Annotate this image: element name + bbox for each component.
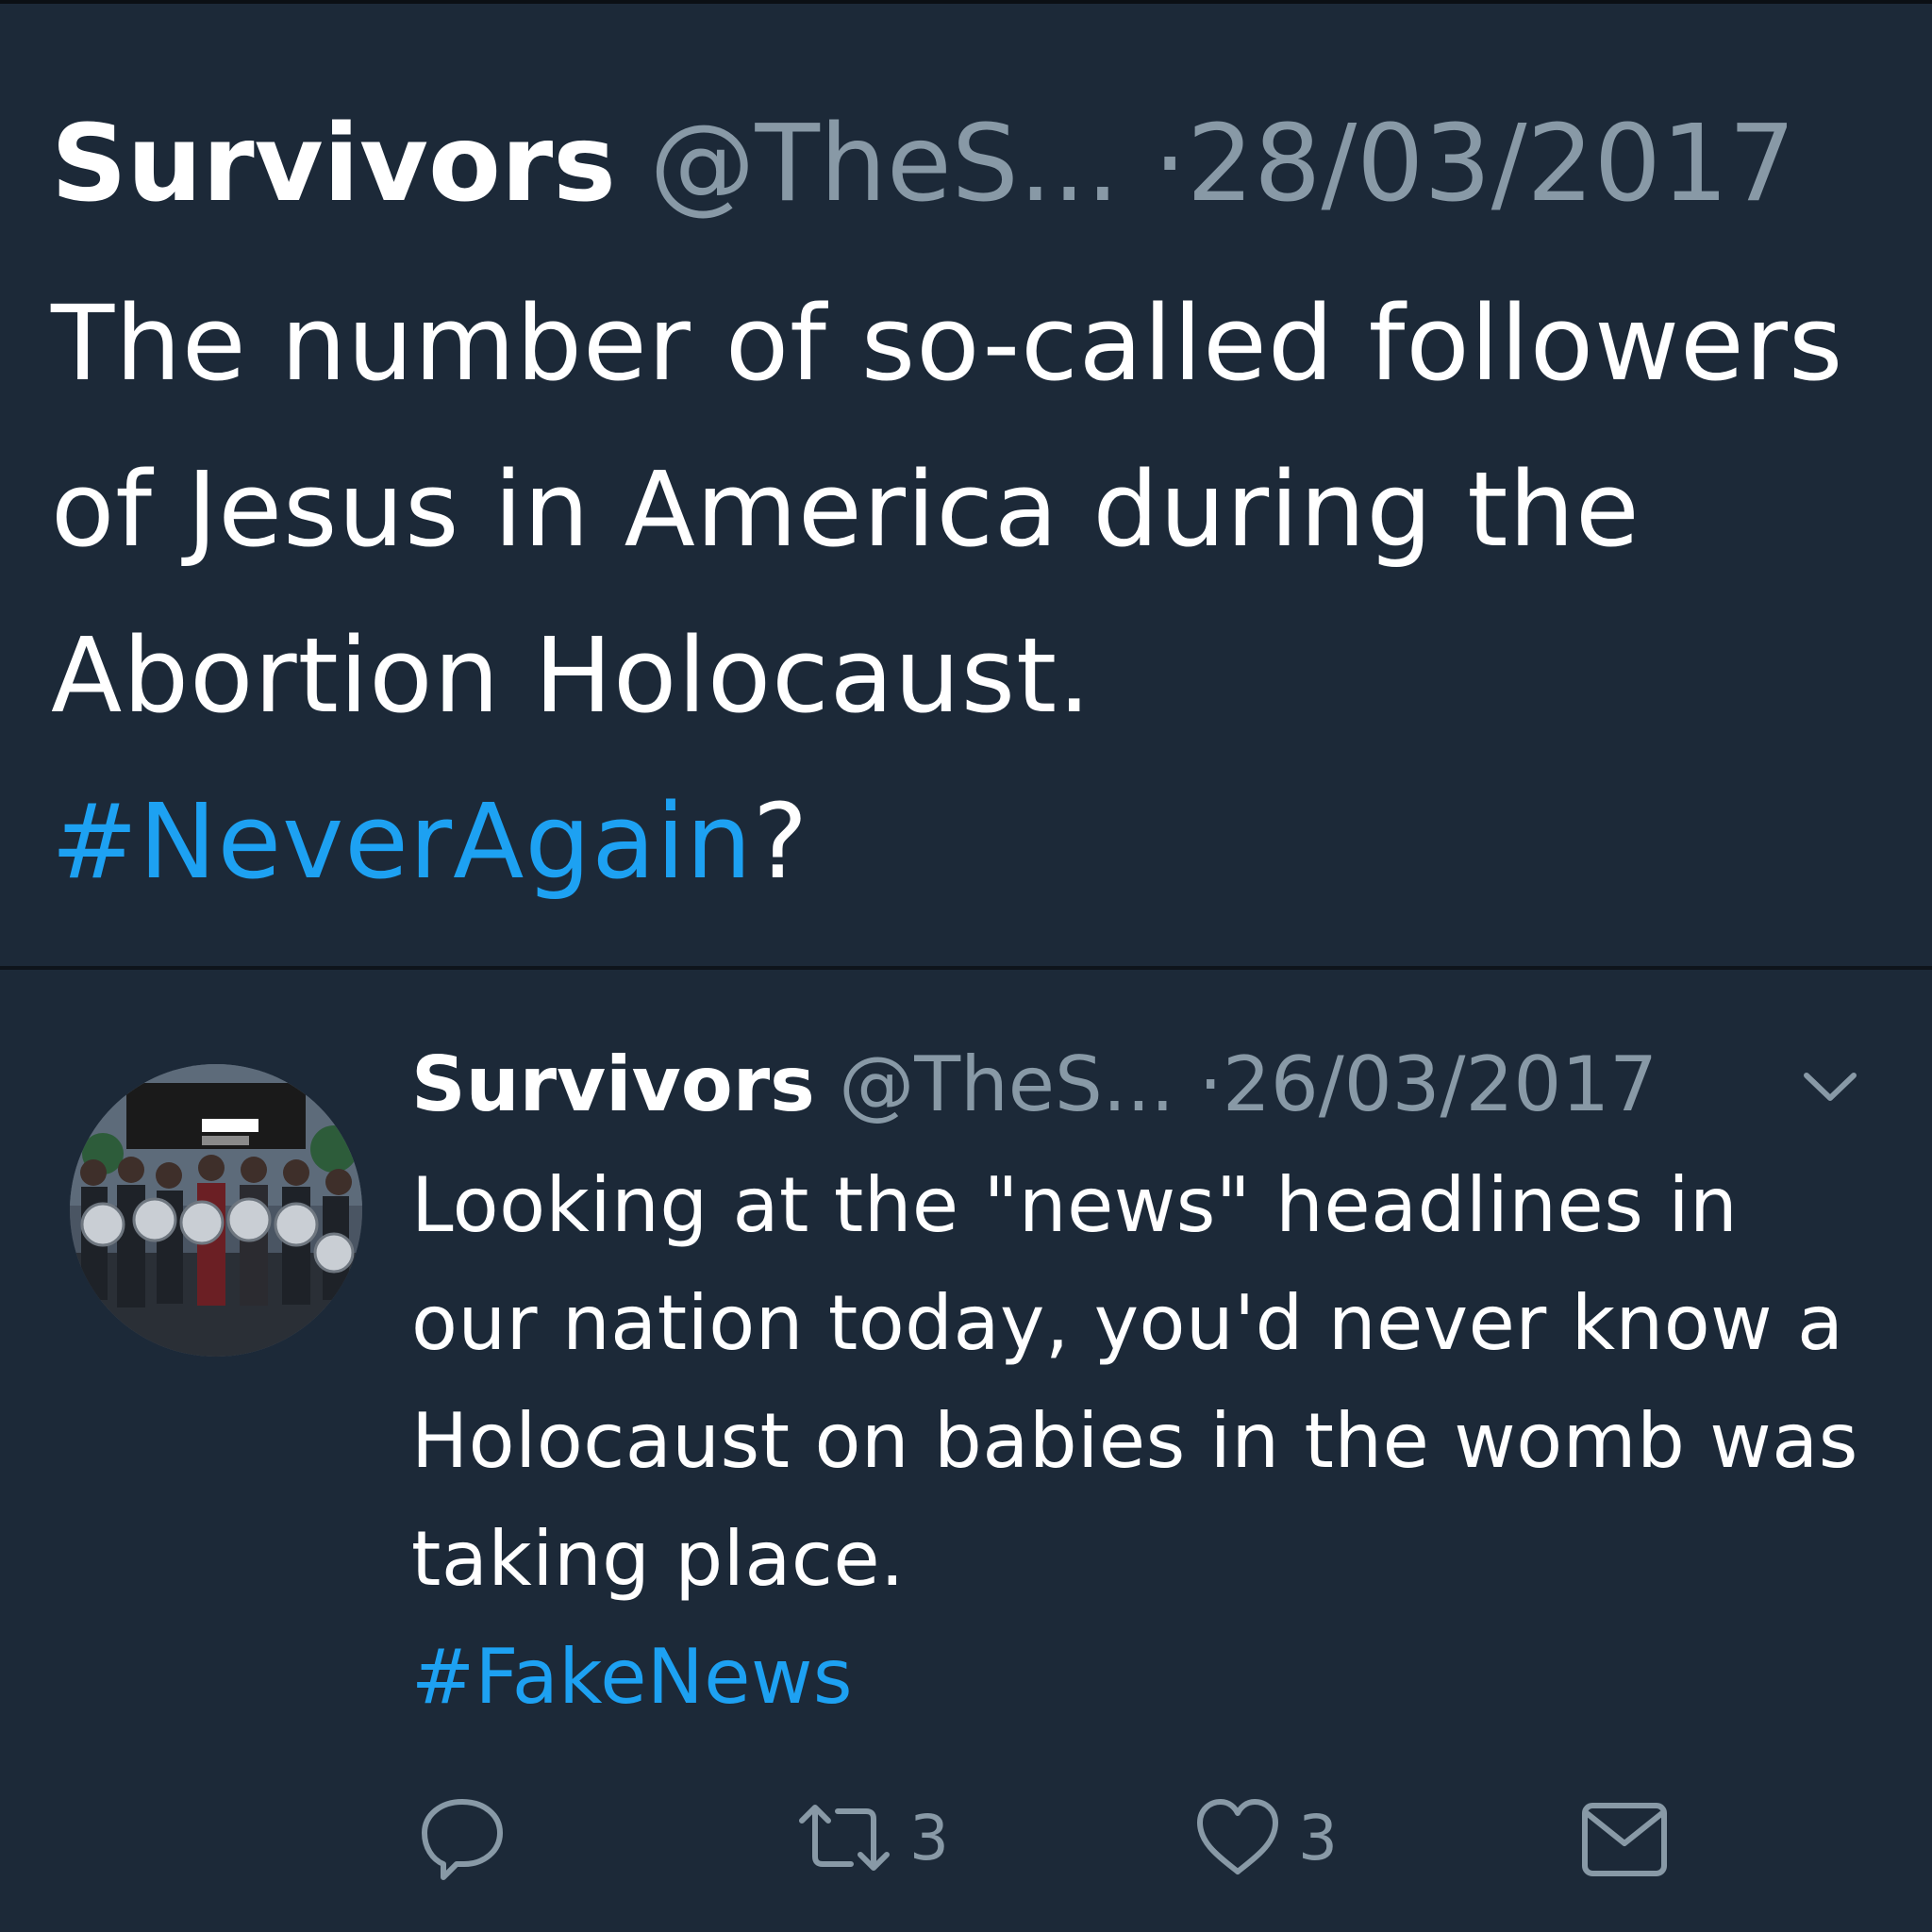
- chevron-down-icon[interactable]: [1797, 1064, 1863, 1111]
- separator-dot: ·: [1153, 103, 1187, 225]
- like-count: 3: [1298, 1801, 1338, 1874]
- tweet-actions: 3 3: [0, 1781, 1932, 1913]
- tweet-header: Survivors @TheS... ·26/03/2017: [411, 1033, 1657, 1137]
- author-name[interactable]: Survivors: [51, 103, 616, 225]
- author-handle[interactable]: @TheS...: [650, 103, 1120, 225]
- direct-message-button[interactable]: [1577, 1781, 1672, 1894]
- tweet-text: The number of so-called followers of Jes…: [51, 260, 1919, 924]
- avatar-photo: [70, 1064, 362, 1357]
- tweet-body-text: The number of so-called followers of Jes…: [51, 283, 1844, 736]
- tweet-date[interactable]: 28/03/2017: [1187, 103, 1796, 225]
- reply-icon: [422, 1799, 503, 1880]
- author-handle[interactable]: @TheS...: [839, 1041, 1174, 1128]
- tweet-header: Survivors @TheS... ·28/03/2017: [51, 98, 1795, 230]
- retweet-button[interactable]: 3: [792, 1781, 949, 1894]
- tweet-body-text: Looking at the "news" headlines in our n…: [411, 1161, 1858, 1603]
- heart-icon: [1197, 1799, 1278, 1874]
- tweet-item[interactable]: Survivors @TheS... ·26/03/2017 Looking a…: [0, 970, 1932, 1932]
- avatar[interactable]: [70, 1064, 362, 1357]
- author-name[interactable]: Survivors: [411, 1041, 815, 1128]
- like-button[interactable]: 3: [1191, 1781, 1338, 1894]
- tweet-text: Looking at the "news" headlines in our n…: [411, 1146, 1883, 1736]
- envelope-icon: [1582, 1803, 1667, 1876]
- reply-button[interactable]: [415, 1781, 509, 1894]
- tweet-text-suffix: ?: [752, 781, 809, 902]
- hashtag-link[interactable]: #NeverAgain: [51, 781, 753, 902]
- hashtag-link[interactable]: #FakeNews: [411, 1633, 853, 1721]
- retweet-icon: [799, 1805, 890, 1871]
- retweet-count: 3: [909, 1801, 949, 1874]
- tweet-date[interactable]: 26/03/2017: [1223, 1041, 1657, 1128]
- separator-dot: ·: [1198, 1041, 1223, 1128]
- tweet-expanded[interactable]: Survivors @TheS... ·28/03/2017 The numbe…: [0, 4, 1932, 966]
